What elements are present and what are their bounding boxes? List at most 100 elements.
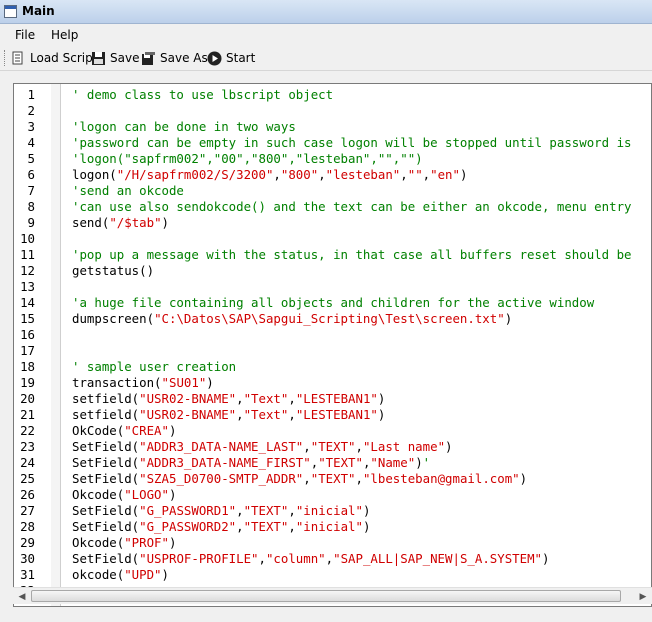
- code-lines: 1 ' demo class to use lbscript object 2 3'l…: [14, 87, 651, 599]
- string-token: "lesteban": [325, 167, 401, 182]
- string-token: "USPROF-PROFILE": [139, 551, 259, 566]
- load-script-button[interactable]: Load Script: [11, 48, 97, 68]
- code-token: ,: [303, 471, 311, 486]
- code-token: ,: [325, 551, 334, 566]
- string-token: "LESTEBAN1": [295, 407, 378, 422]
- string-token: "/$tab": [109, 215, 162, 230]
- code-line: 1 ' demo class to use lbscript object: [14, 87, 651, 103]
- title-bar: Main: [0, 0, 652, 24]
- string-token: "TEXT": [243, 503, 289, 518]
- code-token: ): [161, 215, 169, 230]
- code-line: 7 'send an okcode: [14, 183, 651, 199]
- code-token: SetField(: [72, 455, 140, 470]
- string-token: "TEXT": [310, 439, 356, 454]
- scroll-thumb[interactable]: [31, 590, 621, 602]
- code-text: 'pop up a message with the status, in th…: [72, 247, 632, 263]
- string-token: "lbesteban@gmail.com": [362, 471, 520, 486]
- code-line: 14 'a huge file containing all objects an…: [14, 295, 651, 311]
- comment-token: 'send an okcode: [72, 183, 184, 198]
- menu-help[interactable]: Help: [51, 28, 78, 42]
- line-number: 19: [20, 375, 35, 390]
- string-token: "TEXT": [243, 519, 289, 534]
- string-token: "ADDR3_DATA-NAME_LAST": [139, 439, 304, 454]
- code-line: 17: [14, 343, 651, 359]
- string-token: "UPD": [124, 567, 162, 582]
- code-text: setfield("USR02-BNAME","Text","LESTEBAN1…: [72, 407, 385, 423]
- code-text: setfield("USR02-BNAME","Text","LESTEBAN1…: [72, 391, 385, 407]
- code-text: OkCode("CREA"): [72, 423, 176, 439]
- line-number: 3: [27, 119, 35, 134]
- code-token: Okcode(: [72, 535, 125, 550]
- code-line: 16: [14, 327, 651, 343]
- code-text: transaction("SU01"): [72, 375, 214, 391]
- string-token: "USR02-BNAME": [139, 407, 237, 422]
- code-text: 'a huge file containing all objects and …: [72, 295, 594, 311]
- comment-token: ' sample user creation: [72, 359, 237, 374]
- menu-file[interactable]: File: [15, 28, 35, 42]
- code-text: SetField("USPROF-PROFILE","column","SAP_…: [72, 551, 549, 567]
- string-token: "/H/sapfrm002/S/3200": [116, 167, 274, 182]
- code-line: 6 logon("/H/sapfrm002/S/3200","800","lest…: [14, 167, 651, 183]
- line-number: 20: [20, 391, 35, 406]
- line-number: 6: [27, 167, 35, 182]
- code-line: 3 'logon can be done in two ways: [14, 119, 651, 135]
- string-token: "Name": [370, 455, 416, 470]
- code-token: ,: [400, 167, 408, 182]
- line-number: 10: [20, 231, 35, 246]
- code-line: 12 getstatus(): [14, 263, 651, 279]
- script-icon: [12, 51, 23, 64]
- code-token: okcode(: [72, 567, 125, 582]
- code-text: dumpscreen("C:\Datos\SAP\Sapgui_Scriptin…: [72, 311, 512, 327]
- code-line: 5 'logon("sapfrm002","00","800","lesteban…: [14, 151, 651, 167]
- horizontal-scrollbar[interactable]: ◀ ▶: [13, 587, 652, 604]
- comment-token: 'password can be empty in such case logo…: [72, 135, 632, 150]
- code-token: ,: [288, 407, 296, 422]
- line-number: 18: [20, 359, 35, 374]
- code-token: ): [168, 487, 177, 502]
- code-text: 'send an okcode: [72, 183, 184, 199]
- code-text: getstatus(): [72, 263, 154, 279]
- menu-bar: File Help: [0, 24, 652, 45]
- save-button[interactable]: Save: [91, 48, 139, 68]
- code-text: SetField("SZA5_D0700-SMTP_ADDR","TEXT","…: [72, 471, 527, 487]
- scroll-right-icon[interactable]: ▶: [635, 589, 651, 604]
- code-text: 'logon can be done in two ways: [72, 119, 296, 135]
- scroll-left-icon[interactable]: ◀: [14, 589, 30, 604]
- code-text: SetField("ADDR3_DATA-NAME_FIRST","TEXT",…: [72, 455, 430, 471]
- code-token: setfield(: [72, 407, 140, 422]
- line-number: 24: [20, 455, 35, 470]
- code-token: ,: [236, 503, 244, 518]
- string-token: "SU01": [161, 375, 207, 390]
- string-token: "ADDR3_DATA-NAME_FIRST": [139, 455, 311, 470]
- line-number: 5: [27, 151, 35, 166]
- code-token: ): [377, 391, 386, 406]
- string-token: "SZA5_D0700-SMTP_ADDR": [139, 471, 304, 486]
- line-number: 13: [20, 279, 35, 294]
- script-editor[interactable]: 1 ' demo class to use lbscript object 2 3'l…: [13, 83, 652, 607]
- save-as-icon: [142, 51, 155, 65]
- code-text: SetField("G_PASSWORD2","TEXT","inicial"): [72, 519, 370, 535]
- app-icon: [4, 5, 17, 18]
- comment-token: 'logon("sapfrm002","00","800","lesteban"…: [72, 151, 423, 166]
- string-token: "column": [265, 551, 326, 566]
- code-line: 8 'can use also sendokcode() and the text…: [14, 199, 651, 215]
- comment-token: ' demo class to use lbscript object: [72, 87, 334, 102]
- code-text: SetField("ADDR3_DATA-NAME_LAST","TEXT","…: [72, 439, 453, 455]
- string-token: "CREA": [124, 423, 169, 438]
- status-bar: [0, 608, 652, 622]
- code-token: ): [168, 423, 177, 438]
- save-as-button[interactable]: Save As: [141, 48, 208, 68]
- code-line: 15 dumpscreen("C:\Datos\SAP\Sapgui_Script…: [14, 311, 651, 327]
- code-token: ): [377, 407, 386, 422]
- code-token: OkCode(: [72, 423, 125, 438]
- comment-token: 'a huge file containing all objects and …: [72, 295, 595, 310]
- code-token: ,: [273, 167, 281, 182]
- line-number: 4: [27, 135, 35, 150]
- code-text: Okcode("PROF"): [72, 535, 176, 551]
- code-line: 27 SetField("G_PASSWORD1","TEXT","inicial…: [14, 503, 651, 519]
- code-line: 29 Okcode("PROF"): [14, 535, 651, 551]
- code-token: SetField(: [72, 519, 140, 534]
- code-line: 9 send("/$tab"): [14, 215, 651, 231]
- start-button[interactable]: Start: [207, 48, 255, 68]
- toolbar-grip[interactable]: [4, 50, 8, 66]
